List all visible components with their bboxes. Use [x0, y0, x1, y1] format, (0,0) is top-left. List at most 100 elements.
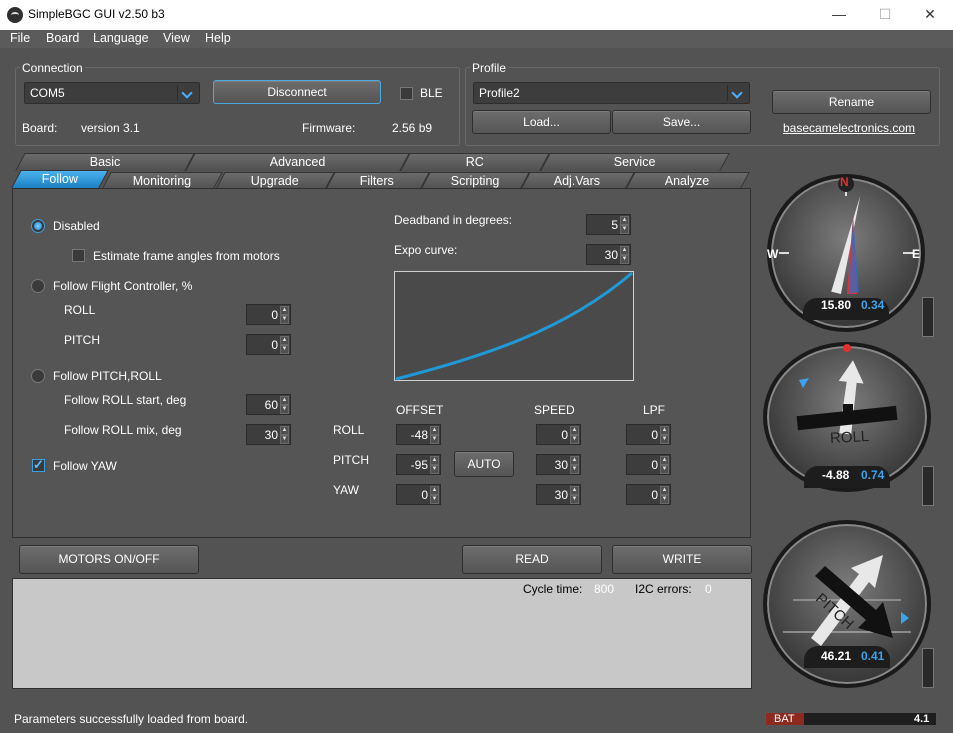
lpf-header: LPF: [643, 403, 666, 417]
yaw-offset-stepper[interactable]: 0 ▲ ▼: [396, 484, 441, 505]
stepper-up-icon[interactable]: ▲: [280, 396, 289, 405]
deadband-stepper[interactable]: 5 ▲ ▼: [586, 214, 631, 235]
profile-group-label: Profile: [470, 61, 509, 75]
fc-roll-stepper[interactable]: 0 ▲ ▼: [246, 304, 291, 325]
stepper-up-icon[interactable]: ▲: [660, 486, 669, 495]
menu-language[interactable]: Language: [93, 31, 149, 45]
follow-yaw-checkbox[interactable]: [32, 457, 45, 473]
save-button[interactable]: Save...: [612, 110, 751, 134]
follow-fc-radio[interactable]: [31, 279, 45, 293]
tab-rc[interactable]: RC: [400, 153, 550, 171]
stepper-up-icon[interactable]: ▲: [570, 426, 579, 435]
stepper-up-icon[interactable]: ▲: [280, 306, 289, 315]
stepper-up-icon[interactable]: ▲: [660, 426, 669, 435]
tab-follow[interactable]: Follow: [11, 170, 109, 188]
pitch-marker-icon: [901, 612, 909, 624]
stepper-down-icon[interactable]: ▼: [620, 225, 629, 234]
stepper-down-icon[interactable]: ▼: [280, 405, 289, 414]
auto-button[interactable]: AUTO: [454, 451, 514, 477]
stepper-down-icon[interactable]: ▼: [430, 465, 439, 474]
website-link[interactable]: basecamelectronics.com: [783, 121, 915, 135]
roll-lpf-stepper[interactable]: 0 ▲ ▼: [626, 424, 671, 445]
profile-select[interactable]: Profile2: [473, 82, 750, 104]
compass-w: W: [767, 247, 779, 261]
pitch-rate: 0.41: [861, 649, 885, 663]
pitch-offset-stepper[interactable]: -95 ▲ ▼: [396, 454, 441, 475]
expo-label: Expo curve:: [394, 243, 458, 257]
stepper-down-icon[interactable]: ▼: [660, 465, 669, 474]
battery-label: BAT: [774, 713, 795, 725]
roll-mix-stepper[interactable]: 30 ▲ ▼: [246, 424, 291, 445]
ble-checkbox[interactable]: [400, 87, 413, 100]
stepper-down-icon[interactable]: ▼: [660, 435, 669, 444]
port-select[interactable]: COM5: [24, 82, 200, 104]
stepper-up-icon[interactable]: ▲: [280, 336, 289, 345]
fc-pitch-stepper[interactable]: 0 ▲ ▼: [246, 334, 291, 355]
disconnect-button[interactable]: Disconnect: [213, 80, 381, 104]
rename-button[interactable]: Rename: [772, 90, 931, 114]
stepper-up-icon[interactable]: ▲: [620, 246, 629, 255]
stepper-down-icon[interactable]: ▼: [660, 495, 669, 504]
stepper-down-icon[interactable]: ▼: [570, 465, 579, 474]
stepper-up-icon[interactable]: ▲: [620, 216, 629, 225]
stepper-up-icon[interactable]: ▲: [430, 426, 439, 435]
expo-value: 30: [604, 248, 618, 262]
roll-start-stepper[interactable]: 60 ▲ ▼: [246, 394, 291, 415]
write-button[interactable]: WRITE: [612, 545, 752, 574]
roll-mix-label: Follow ROLL mix, deg: [64, 423, 182, 437]
menu-file[interactable]: File: [10, 31, 30, 45]
pitch-value: 46.21: [821, 649, 852, 663]
stepper-down-icon[interactable]: ▼: [280, 345, 289, 354]
tab-advanced[interactable]: Advanced: [185, 153, 410, 171]
app-icon: [7, 7, 23, 23]
status-message: Parameters successfully loaded from boar…: [14, 712, 249, 726]
read-button[interactable]: READ: [462, 545, 602, 574]
stepper-down-icon[interactable]: ▼: [620, 255, 629, 264]
pitch-level-bar: [922, 648, 934, 688]
disabled-radio[interactable]: [31, 219, 45, 233]
expo-stepper[interactable]: 30 ▲ ▼: [586, 244, 631, 265]
stepper-up-icon[interactable]: ▲: [430, 486, 439, 495]
load-button[interactable]: Load...: [472, 110, 611, 134]
stepper-down-icon[interactable]: ▼: [430, 495, 439, 504]
pitch-lpf-stepper[interactable]: 0 ▲ ▼: [626, 454, 671, 475]
save-button-label: Save...: [662, 115, 701, 129]
menu-board[interactable]: Board: [46, 31, 79, 45]
stepper-down-icon[interactable]: ▼: [280, 435, 289, 444]
speed-header: SPEED: [534, 403, 575, 417]
roll-level-bar: [922, 466, 934, 506]
stepper-up-icon[interactable]: ▲: [570, 456, 579, 465]
motors-button[interactable]: MOTORS ON/OFF: [19, 545, 199, 574]
tab-basic[interactable]: Basic: [15, 153, 195, 171]
roll-speed-stepper[interactable]: 0 ▲ ▼: [536, 424, 581, 445]
maximize-button[interactable]: ☐: [862, 0, 908, 30]
stepper-down-icon[interactable]: ▼: [430, 435, 439, 444]
fc-roll-label: ROLL: [64, 303, 96, 317]
stepper-down-icon[interactable]: ▼: [280, 315, 289, 324]
tab-service[interactable]: Service: [540, 153, 730, 171]
window-title: SimpleBGC GUI v2.50 b3: [28, 7, 165, 21]
stepper-up-icon[interactable]: ▲: [430, 456, 439, 465]
roll-offset-value: -48: [410, 428, 428, 442]
stepper-up-icon[interactable]: ▲: [660, 456, 669, 465]
offset-header: OFFSET: [396, 403, 444, 417]
menu-help[interactable]: Help: [205, 31, 231, 45]
close-button[interactable]: ✕: [907, 0, 953, 30]
pitch-speed-stepper[interactable]: 30 ▲ ▼: [536, 454, 581, 475]
log-area[interactable]: Cycle time: 800 I2C errors: 0: [12, 578, 752, 689]
estimate-checkbox[interactable]: [72, 249, 85, 262]
stepper-up-icon[interactable]: ▲: [570, 486, 579, 495]
follow-pr-radio[interactable]: [31, 369, 45, 383]
yaw-speed-stepper[interactable]: 30 ▲ ▼: [536, 484, 581, 505]
yaw-lpf-stepper[interactable]: 0 ▲ ▼: [626, 484, 671, 505]
stepper-down-icon[interactable]: ▼: [570, 435, 579, 444]
minimize-button[interactable]: —: [816, 0, 862, 30]
compass-e: E: [912, 247, 921, 261]
stepper-down-icon[interactable]: ▼: [570, 495, 579, 504]
stepper-up-icon[interactable]: ▲: [280, 426, 289, 435]
menu-view[interactable]: View: [163, 31, 190, 45]
roll-offset-stepper[interactable]: -48 ▲ ▼: [396, 424, 441, 445]
battery-indicator: BAT 4.1: [765, 712, 937, 726]
i2c-errors-label: I2C errors:: [635, 582, 692, 596]
follow-yaw-label: Follow YAW: [53, 459, 117, 473]
